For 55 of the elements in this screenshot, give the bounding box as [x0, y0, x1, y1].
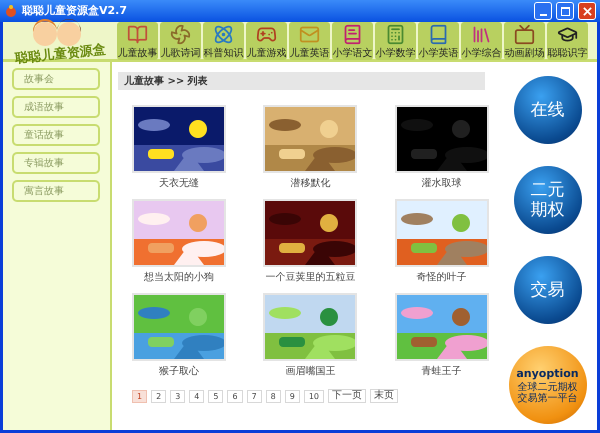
page-button[interactable]: 6 — [227, 390, 243, 402]
page-button[interactable]: 2 — [151, 390, 166, 402]
toolbar-button[interactable]: 儿童故事 — [117, 22, 158, 60]
story-caption[interactable]: 潜移默化 — [290, 176, 330, 191]
toolbar-button[interactable]: 小学语文 — [332, 22, 373, 60]
logo-text: 聪聪儿童资源盒 — [14, 41, 106, 69]
app-icon — [4, 4, 18, 18]
page-button[interactable]: 3 — [170, 390, 186, 402]
page-button[interactable]: 4 — [189, 390, 204, 402]
toolbar-button[interactable]: 儿歌诗词 — [160, 22, 201, 60]
toolbar-button[interactable]: 聪聪识字 — [547, 22, 588, 60]
toolbar-button[interactable]: 儿童英语 — [289, 22, 330, 60]
book-icon — [428, 24, 449, 44]
toolbar-button[interactable]: 儿童游戏 — [246, 22, 287, 60]
page-button[interactable]: 9 — [284, 390, 300, 402]
fan-icon — [170, 24, 191, 44]
story-caption[interactable]: 画眉嘴国王 — [285, 364, 336, 379]
story-caption[interactable]: 猴子取心 — [159, 364, 199, 379]
toolbar-button[interactable]: 小学数学 — [375, 22, 416, 60]
page-button[interactable]: 1 — [132, 390, 148, 402]
story-caption[interactable]: 天衣无缝 — [159, 176, 199, 191]
calculator-icon — [385, 24, 406, 44]
ad-button[interactable]: 交易 — [514, 256, 582, 324]
toolbar-button[interactable]: 小学英语 — [418, 22, 459, 60]
next-page-button[interactable]: 下一页 — [328, 389, 366, 403]
ad-brand: anyoption — [516, 366, 579, 382]
minimize-button[interactable] — [534, 2, 552, 20]
book-icon — [342, 24, 363, 44]
toolbar-button[interactable]: 动画剧场 — [504, 22, 545, 60]
ad-slogan: 全球二元期权交易第一平台 — [516, 382, 578, 404]
window-title: 聪聪儿童资源盒V2.7 — [22, 2, 128, 19]
page-button[interactable]: 10 — [304, 390, 324, 402]
story-caption[interactable]: 灌水取球 — [422, 176, 462, 191]
page-button[interactable]: 5 — [208, 390, 224, 402]
page-button[interactable]: 8 — [266, 390, 281, 402]
toolbar-button[interactable]: 小学综合 — [461, 22, 502, 60]
story-caption[interactable]: 一个豆荚里的五粒豆 — [265, 270, 356, 285]
tv-icon — [514, 24, 535, 44]
maximize-button[interactable] — [556, 2, 574, 20]
ad-button[interactable]: 二元期权 — [514, 166, 582, 234]
close-button[interactable] — [578, 2, 596, 20]
breadcrumb: 儿童故事 >> 列表 — [124, 74, 208, 88]
ad-button[interactable]: 在线 — [514, 76, 582, 144]
story-caption[interactable]: 奇怪的叶子 — [416, 270, 467, 285]
last-page-button[interactable]: 末页 — [370, 389, 398, 403]
toolbar-button[interactable]: 科普知识 — [203, 22, 244, 60]
book-open-icon — [127, 24, 148, 44]
close-icon — [582, 6, 592, 16]
story-caption[interactable]: 想当太阳的小狗 — [144, 270, 214, 285]
atom-icon — [213, 24, 234, 44]
ad-banner[interactable]: anyoption 全球二元期权交易第一平台 — [508, 346, 586, 424]
story-caption[interactable]: 青蛙王子 — [422, 364, 462, 379]
envelope-icon — [299, 24, 320, 44]
books-icon — [471, 24, 492, 44]
page-button[interactable]: 7 — [246, 390, 262, 402]
